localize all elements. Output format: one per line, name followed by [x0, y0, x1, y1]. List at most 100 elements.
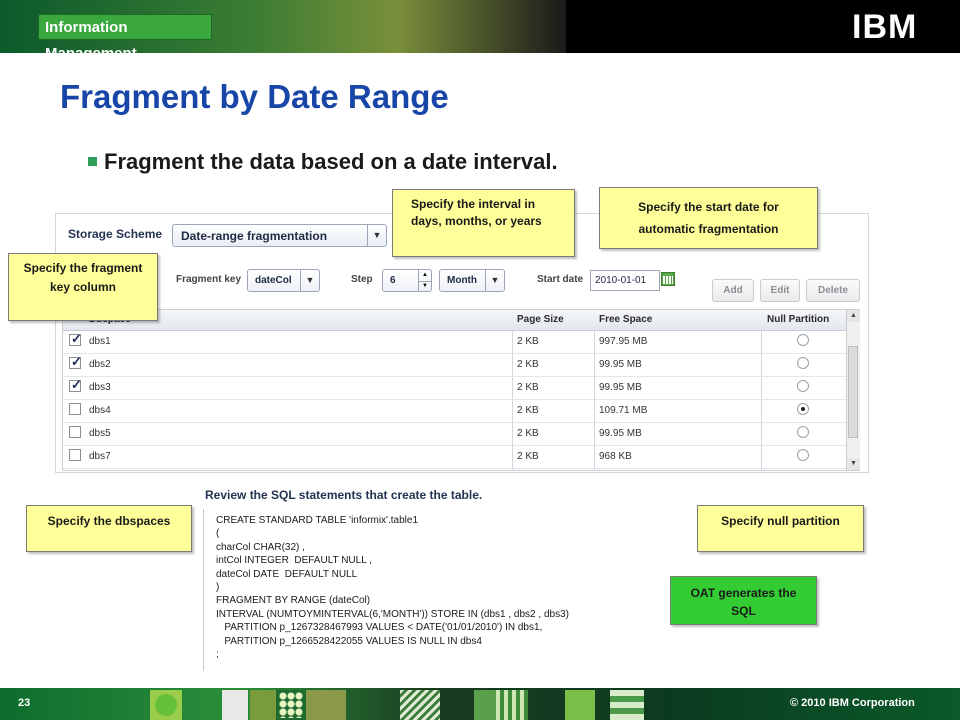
null-partition-radio[interactable] [797, 449, 809, 461]
column-header-page-size: Page Size [517, 314, 564, 325]
sql-line: ( [216, 528, 220, 540]
step-unit-select[interactable]: Month ▼ [439, 269, 505, 292]
footer-tile [565, 690, 595, 720]
stepper-down-icon[interactable]: ▼ [418, 281, 431, 292]
sql-textarea[interactable]: CREATE STANDARD TABLE 'informix'.table1 (… [203, 509, 650, 671]
free-space-cell: 99.95 MB [599, 428, 642, 439]
add-button[interactable]: Add [712, 279, 754, 302]
row-checkbox[interactable] [69, 426, 81, 438]
page-size-cell: 2 KB [517, 405, 539, 416]
table-body: ✓ dbs1 2 KB 997.95 MB ✓ dbs2 2 KB 99.95 MB ✓ dbs3… [63, 330, 846, 471]
start-date-input[interactable]: 2010-01-01 [590, 270, 660, 291]
sql-line: PARTITION p_1266528422055 VALUES IS NULL… [216, 635, 482, 647]
sql-line: ; [216, 649, 219, 660]
page-size-cell: 2 KB [517, 336, 539, 347]
information-management-badge: Information Management [38, 14, 212, 62]
sql-heading: Review the SQL statements that create th… [205, 488, 483, 502]
chevron-down-icon: ▼ [300, 270, 319, 291]
null-partition-radio[interactable] [797, 380, 809, 392]
scroll-up-icon[interactable]: ▲ [847, 310, 860, 322]
edit-button[interactable]: Edit [760, 279, 800, 302]
step-label: Step [351, 274, 373, 285]
storage-scheme-label: Storage Scheme [68, 227, 163, 241]
footer-tile [496, 690, 528, 720]
sql-line: intCol INTEGER DEFAULT NULL , [216, 555, 372, 567]
dbspace-name: dbs7 [89, 451, 111, 462]
page-size-cell: 2 KB [517, 359, 539, 370]
row-checkbox[interactable]: ✓ [69, 354, 82, 369]
table-row[interactable]: dbs5 2 KB 99.95 MB [63, 422, 846, 446]
storage-scheme-value: Date-range fragmentation [181, 229, 328, 243]
callout-interval: Specify the interval in days, months, or… [392, 189, 575, 257]
footer-tile [474, 690, 496, 720]
scroll-down-icon[interactable]: ▼ [847, 458, 860, 470]
page-size-cell: 2 KB [517, 382, 539, 393]
sql-line: PARTITION p_1267328467993 VALUES < DATE(… [216, 622, 543, 634]
free-space-cell: 99.95 MB [599, 382, 642, 393]
slide-title: Fragment by Date Range [60, 78, 449, 115]
table-row[interactable]: dbs4 2 KB 109.71 MB [63, 399, 846, 423]
bullet-text: Fragment the data based on a date interv… [104, 149, 558, 174]
sql-line: INTERVAL (NUMTOYMINTERVAL(6,'MONTH')) ST… [216, 608, 569, 620]
fragment-key-select[interactable]: dateCol ▼ [247, 269, 320, 292]
dbspace-name: dbs5 [89, 428, 111, 439]
page-number: 23 [18, 697, 31, 709]
checkmark-icon: ✓ [71, 354, 82, 369]
row-checkbox[interactable] [69, 403, 81, 415]
checkmark-icon: ✓ [71, 377, 82, 392]
fragment-key-label: Fragment key [176, 274, 242, 285]
null-partition-radio[interactable] [797, 426, 809, 438]
checkmark-icon: ✓ [71, 331, 82, 346]
footer-tile [250, 690, 276, 720]
sql-line: FRAGMENT BY RANGE (dateCol) [216, 595, 371, 607]
free-space-cell: 109.71 MB [599, 405, 648, 416]
row-checkbox[interactable] [69, 449, 81, 461]
callout-oat-sql: OAT generates the SQL [670, 576, 817, 625]
footer-tile [610, 690, 644, 720]
null-partition-radio[interactable] [797, 334, 809, 346]
table-scrollbar[interactable]: ▲ ▼ [846, 310, 860, 470]
step-value: 6 [390, 275, 396, 286]
scroll-thumb[interactable] [848, 346, 858, 438]
row-checkbox[interactable]: ✓ [69, 331, 82, 346]
sql-line: charCol CHAR(32) , [216, 541, 305, 553]
step-unit-value: Month [447, 275, 477, 286]
dbspace-name: dbs2 [89, 359, 111, 370]
footer-tile [150, 690, 182, 720]
table-row[interactable]: ✓ dbs1 2 KB 997.95 MB [63, 330, 846, 354]
free-space-cell: 997.95 MB [599, 336, 648, 347]
footer-tile [222, 690, 248, 720]
ibm-logo: IBM [852, 10, 932, 44]
storage-scheme-select[interactable]: Date-range fragmentation ▼ [172, 224, 387, 247]
row-checkbox[interactable]: ✓ [69, 377, 82, 392]
free-space-cell: 968 KB [599, 451, 632, 462]
delete-button[interactable]: Delete [806, 279, 860, 302]
calendar-icon[interactable] [661, 272, 675, 286]
page-size-cell: 2 KB [517, 428, 539, 439]
callout-fragment-key: Specify the fragment key column [8, 253, 158, 321]
column-header-null-partition: Null Partition [767, 314, 830, 325]
callout-dbspaces: Specify the dbspaces [26, 505, 192, 552]
page-size-cell: 2 KB [517, 451, 539, 462]
footer-tile [306, 690, 346, 720]
null-partition-radio[interactable] [797, 357, 809, 369]
null-partition-radio[interactable] [797, 403, 809, 415]
sql-line: ) [216, 582, 220, 593]
step-stepper[interactable]: 6 ▲ ▼ [382, 269, 432, 292]
sql-line: dateCol DATE DEFAULT NULL [216, 568, 358, 580]
sql-line: CREATE STANDARD TABLE 'informix'.table1 [216, 515, 419, 526]
free-space-cell: 99.95 MB [599, 359, 642, 370]
footer-tile [400, 690, 440, 720]
bullet-icon [88, 157, 97, 166]
dbspace-name: dbs4 [89, 405, 111, 416]
callout-null-partition: Specify null partition [697, 505, 864, 552]
table-row[interactable]: ✓ dbs3 2 KB 99.95 MB [63, 376, 846, 400]
footer-tile [276, 690, 306, 720]
chevron-down-icon: ▼ [485, 270, 504, 291]
table-header: Dbspace Page Size Free Space Null Partit… [63, 310, 846, 331]
chevron-down-icon: ▼ [367, 225, 386, 246]
table-row[interactable]: ✓ dbs2 2 KB 99.95 MB [63, 353, 846, 377]
callout-start-date: Specify the start date for automatic fra… [599, 187, 818, 249]
start-date-label: Start date [537, 274, 584, 285]
table-row[interactable]: dbs7 2 KB 968 KB [63, 445, 846, 469]
